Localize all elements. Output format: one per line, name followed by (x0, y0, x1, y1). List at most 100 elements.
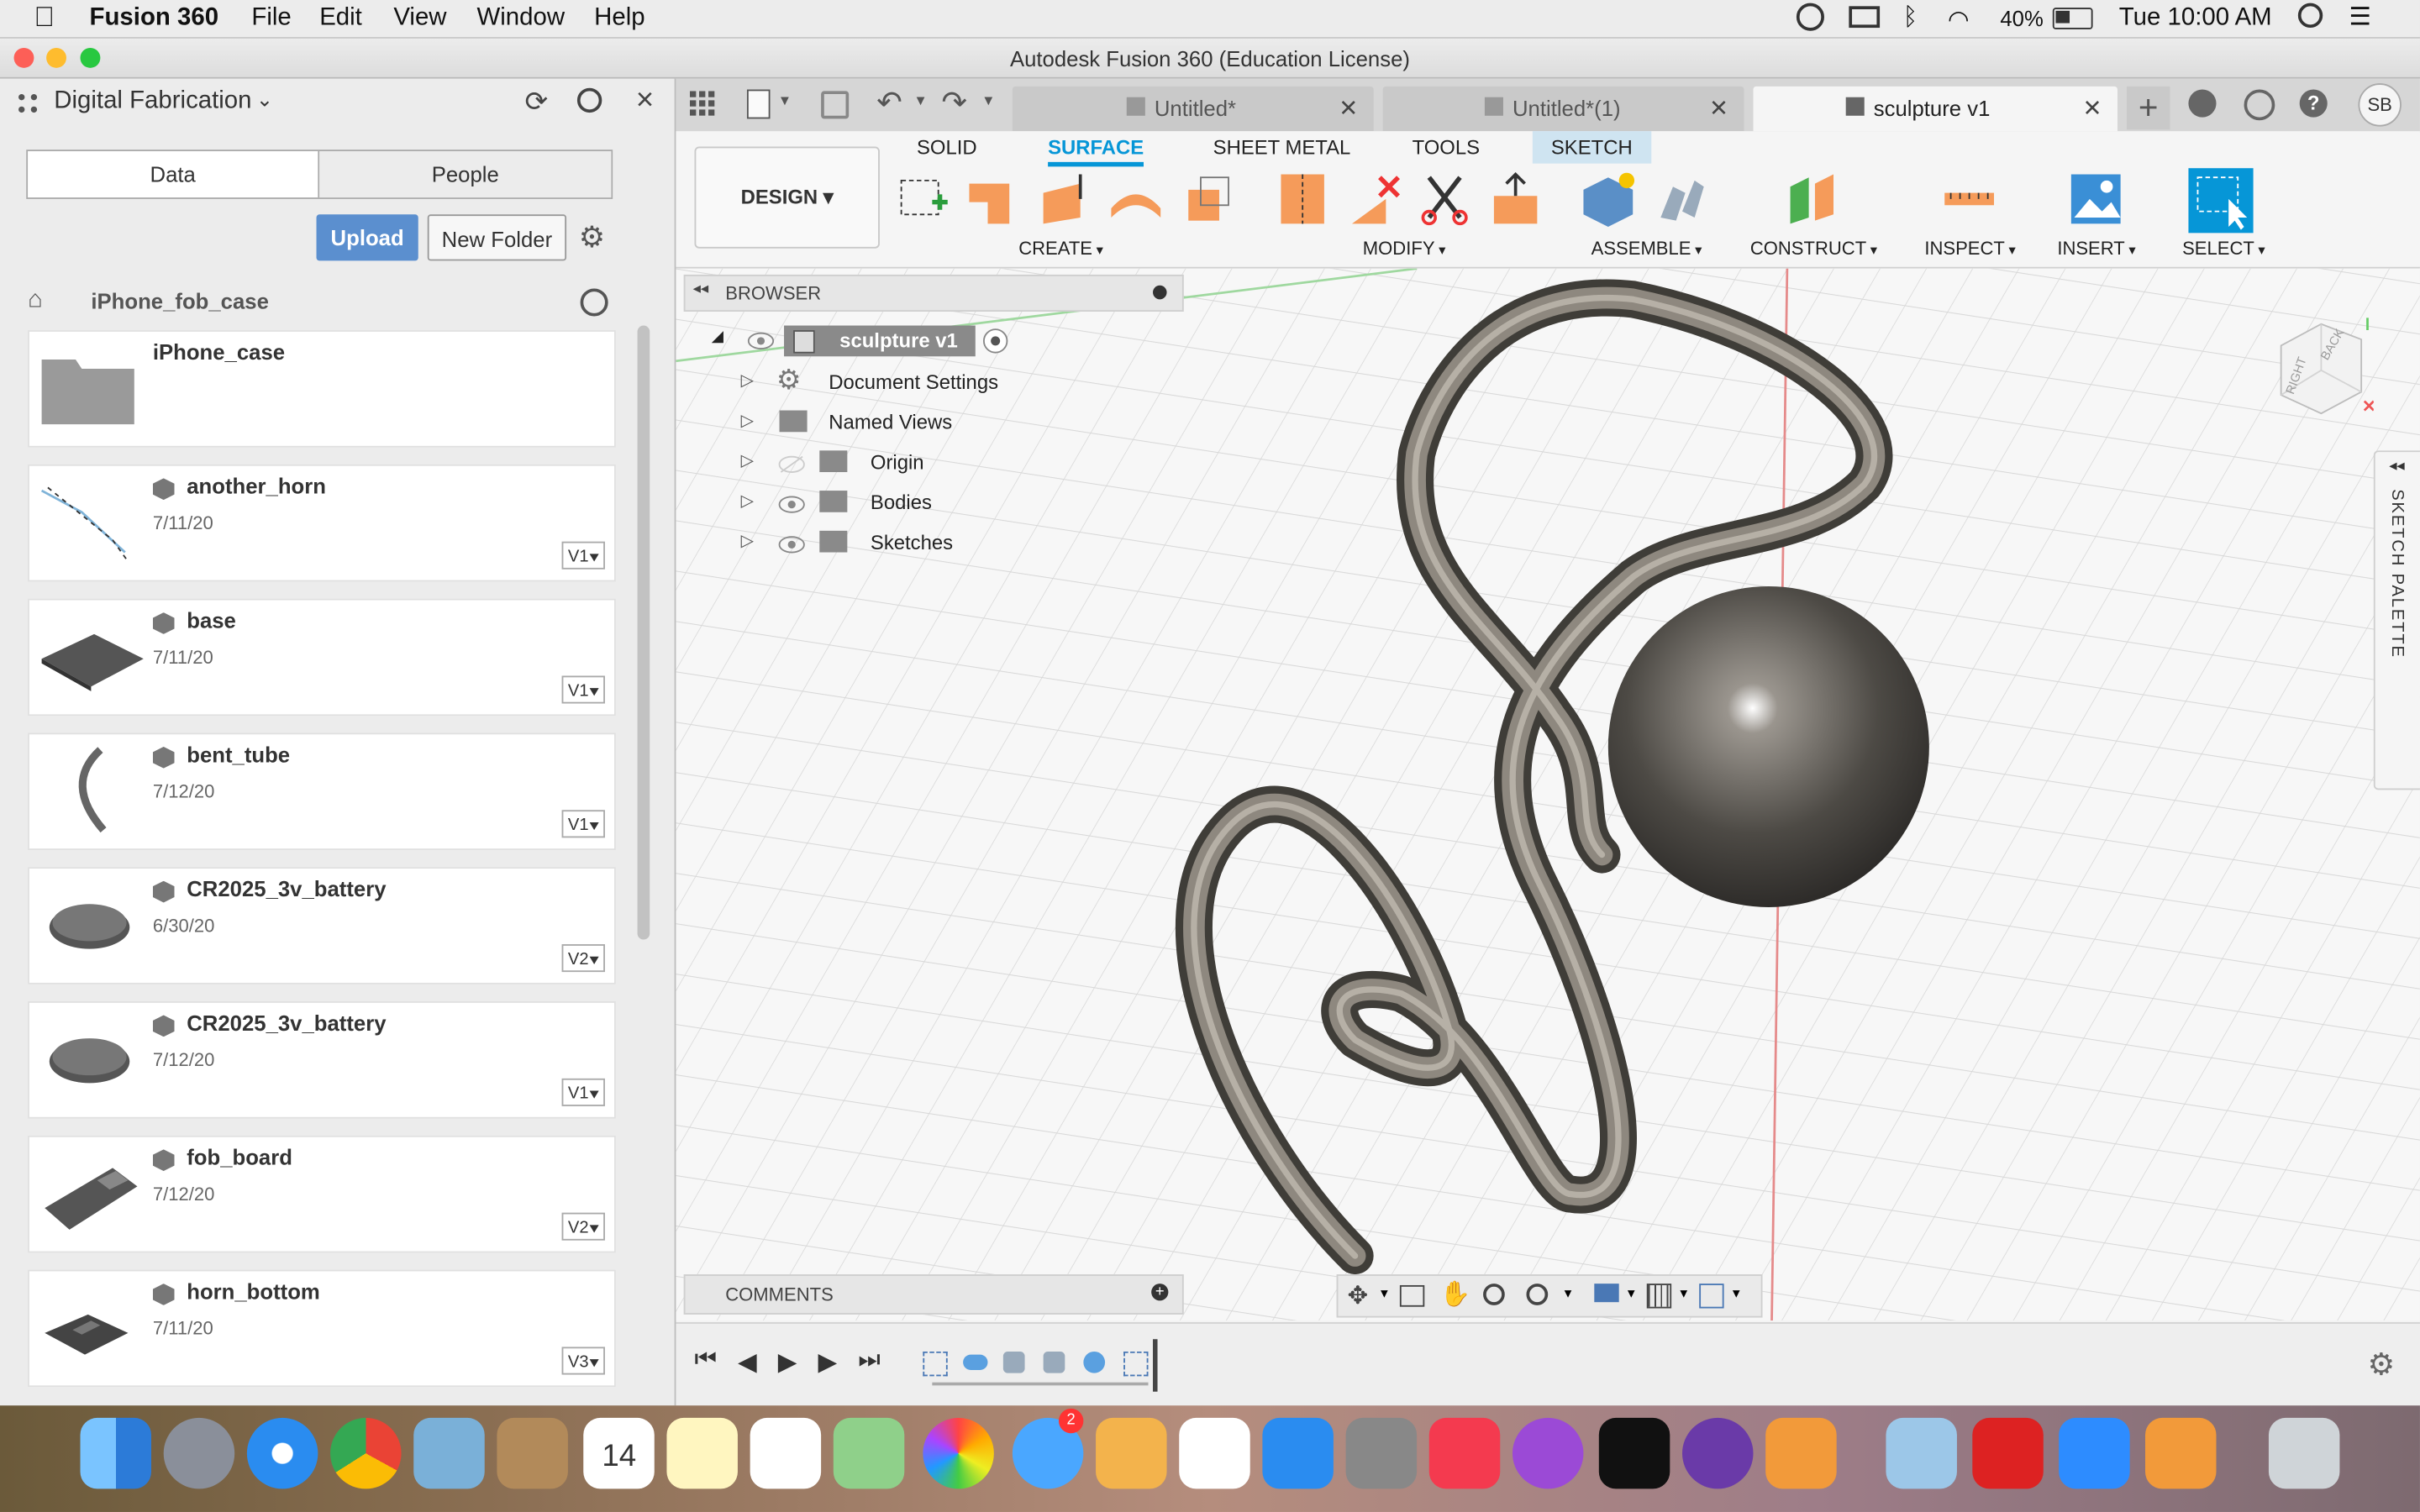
offset-icon[interactable] (1275, 171, 1330, 227)
airplay-icon[interactable] (1849, 6, 1881, 29)
bluetooth-icon[interactable]: ᛒ (1903, 5, 1918, 33)
chevron-down-icon[interactable]: ▼ (1677, 1287, 1690, 1301)
select-menu[interactable]: SELECT (2182, 238, 2265, 260)
fit-icon[interactable] (1526, 1284, 1549, 1305)
eye-icon[interactable] (747, 330, 775, 350)
wifi-icon[interactable]: ◠ (1948, 5, 1970, 36)
close-tab-icon[interactable]: ✕ (2082, 94, 2102, 122)
gear-icon[interactable]: ⚙ (2367, 1346, 2395, 1384)
grid-dots-icon[interactable] (15, 91, 39, 115)
expand-arrow-icon[interactable]: ▷ (741, 450, 755, 470)
trash-icon[interactable] (2268, 1417, 2340, 1489)
menu-window[interactable]: Window (477, 5, 566, 33)
orbit-icon[interactable]: ✥ (1347, 1280, 1368, 1311)
zoom-icon[interactable] (2059, 1417, 2130, 1489)
go-to-end-icon[interactable]: ⏭ (858, 1347, 880, 1374)
close-tab-icon[interactable]: ✕ (1339, 94, 1358, 122)
launchpad-icon[interactable] (163, 1417, 235, 1489)
expand-arrow-icon[interactable]: ▷ (741, 370, 755, 391)
timeline-marker[interactable] (1153, 1339, 1158, 1392)
redo-icon[interactable]: ↷ (941, 83, 967, 122)
breadcrumb[interactable]: iPhone_fob_case (91, 288, 269, 312)
eye-icon[interactable] (778, 494, 806, 513)
joint-icon[interactable] (1651, 171, 1707, 227)
viewcube[interactable]: BACK RIGHT (2275, 315, 2375, 415)
safari-icon[interactable] (246, 1417, 318, 1489)
search-icon[interactable] (576, 87, 602, 113)
close-tab-icon[interactable]: ✕ (1709, 94, 1728, 122)
pan-icon[interactable]: ✋ (1440, 1279, 1471, 1310)
avatar[interactable]: SB (2358, 83, 2402, 127)
list-item[interactable]: base 7/11/20 V1 (28, 598, 616, 717)
chevron-down-icon[interactable]: ▼ (981, 92, 995, 108)
menu-file[interactable]: File (251, 5, 291, 33)
list-item[interactable]: fob_board 7/12/20 V2 (28, 1135, 616, 1253)
chevron-down-icon[interactable]: ⌄ (256, 88, 273, 113)
notes-icon[interactable] (666, 1417, 738, 1489)
numbers-icon[interactable] (1179, 1417, 1250, 1489)
tree-collapse-arrow[interactable]: ◢ (712, 328, 723, 345)
step-forward-icon[interactable]: ▶ (818, 1347, 837, 1378)
file-icon[interactable] (746, 89, 771, 119)
list-item[interactable]: horn_bottom 7/11/20 V3 (28, 1269, 616, 1388)
look-at-icon[interactable] (1399, 1284, 1425, 1307)
battery-icon[interactable] (2052, 8, 2093, 29)
trim-icon[interactable] (1417, 171, 1472, 227)
assemble-menu[interactable]: ASSEMBLE (1591, 238, 1702, 260)
podcasts-icon[interactable] (1512, 1417, 1584, 1489)
menu-edit[interactable]: Edit (319, 5, 362, 33)
version-dropdown[interactable]: V1 (561, 1078, 605, 1106)
extend-icon[interactable] (1488, 171, 1544, 227)
calendar-icon[interactable]: 14 (583, 1417, 655, 1489)
go-to-start-icon[interactable]: ⏮ (695, 1347, 717, 1374)
timeline-sketch-icon[interactable] (1123, 1351, 1149, 1377)
comments-panel[interactable]: COMMENTS + (683, 1274, 1184, 1315)
list-item[interactable]: CR2025_3v_battery 7/12/20 V1 (28, 1001, 616, 1119)
messages-icon[interactable]: 2 (1012, 1408, 1084, 1489)
collapse-icon[interactable]: ◂◂ (693, 281, 708, 297)
play-icon[interactable]: ▶ (778, 1347, 797, 1378)
tree-node-named-views[interactable]: Named Views (829, 411, 952, 434)
tab-tools[interactable]: TOOLS (1413, 136, 1481, 160)
expand-arrow-icon[interactable]: ▷ (741, 491, 755, 511)
create-sketch-icon[interactable] (895, 171, 950, 227)
viewports-icon[interactable] (1699, 1284, 1724, 1309)
zoom-icon[interactable] (1483, 1284, 1505, 1305)
reminders-icon[interactable] (750, 1417, 822, 1489)
tab-solid[interactable]: SOLID (917, 136, 977, 160)
gear-icon[interactable]: ⚙ (579, 221, 605, 256)
chevron-down-icon[interactable]: ▼ (1562, 1287, 1575, 1301)
browser-panel-header[interactable]: ◂◂ BROWSER (683, 274, 1184, 312)
modify-menu[interactable]: MODIFY (1363, 238, 1446, 260)
tab-sketch[interactable]: SKETCH (1532, 131, 1651, 164)
spotlight-icon[interactable] (2297, 3, 2323, 29)
tree-node-sketches[interactable]: Sketches (871, 531, 953, 554)
step-back-icon[interactable]: ◀ (738, 1347, 757, 1378)
version-dropdown[interactable]: V2 (561, 944, 605, 973)
list-item[interactable]: another_horn 7/11/20 V1 (28, 464, 616, 582)
list-item[interactable]: CR2025_3v_battery 6/30/20 V2 (28, 867, 616, 984)
construct-menu[interactable]: CONSTRUCT (1750, 238, 1877, 260)
inspect-menu[interactable]: INSPECT (1924, 238, 2015, 260)
eye-icon[interactable] (778, 533, 806, 554)
delete-icon[interactable] (1346, 171, 1402, 227)
tab-people[interactable]: People (319, 150, 612, 198)
eye-hidden-icon[interactable] (778, 454, 806, 473)
tab-surface[interactable]: SURFACE (1048, 136, 1144, 167)
home-icon[interactable]: ⌂ (28, 287, 43, 315)
select-icon[interactable] (2188, 168, 2254, 234)
doc-tab-untitled[interactable]: Untitled* ✕ (1012, 86, 1374, 132)
news-icon[interactable] (1428, 1417, 1501, 1489)
maps-icon[interactable] (833, 1417, 905, 1489)
project-selector[interactable]: Digital Fabrication (54, 88, 251, 116)
apps-grid-icon[interactable] (690, 91, 715, 116)
status-icon[interactable] (1796, 3, 1824, 31)
tree-node-bodies[interactable]: Bodies (871, 491, 932, 514)
save-icon[interactable] (821, 91, 850, 119)
create-menu[interactable]: CREATE (1018, 238, 1103, 260)
tree-root-node[interactable]: sculpture v1 (784, 325, 976, 357)
grid-icon[interactable] (1646, 1284, 1672, 1309)
list-item[interactable]: bent_tube 7/12/20 V1 (28, 732, 616, 851)
upload-button[interactable]: Upload (316, 214, 418, 261)
help-icon[interactable]: ? (2299, 89, 2328, 118)
